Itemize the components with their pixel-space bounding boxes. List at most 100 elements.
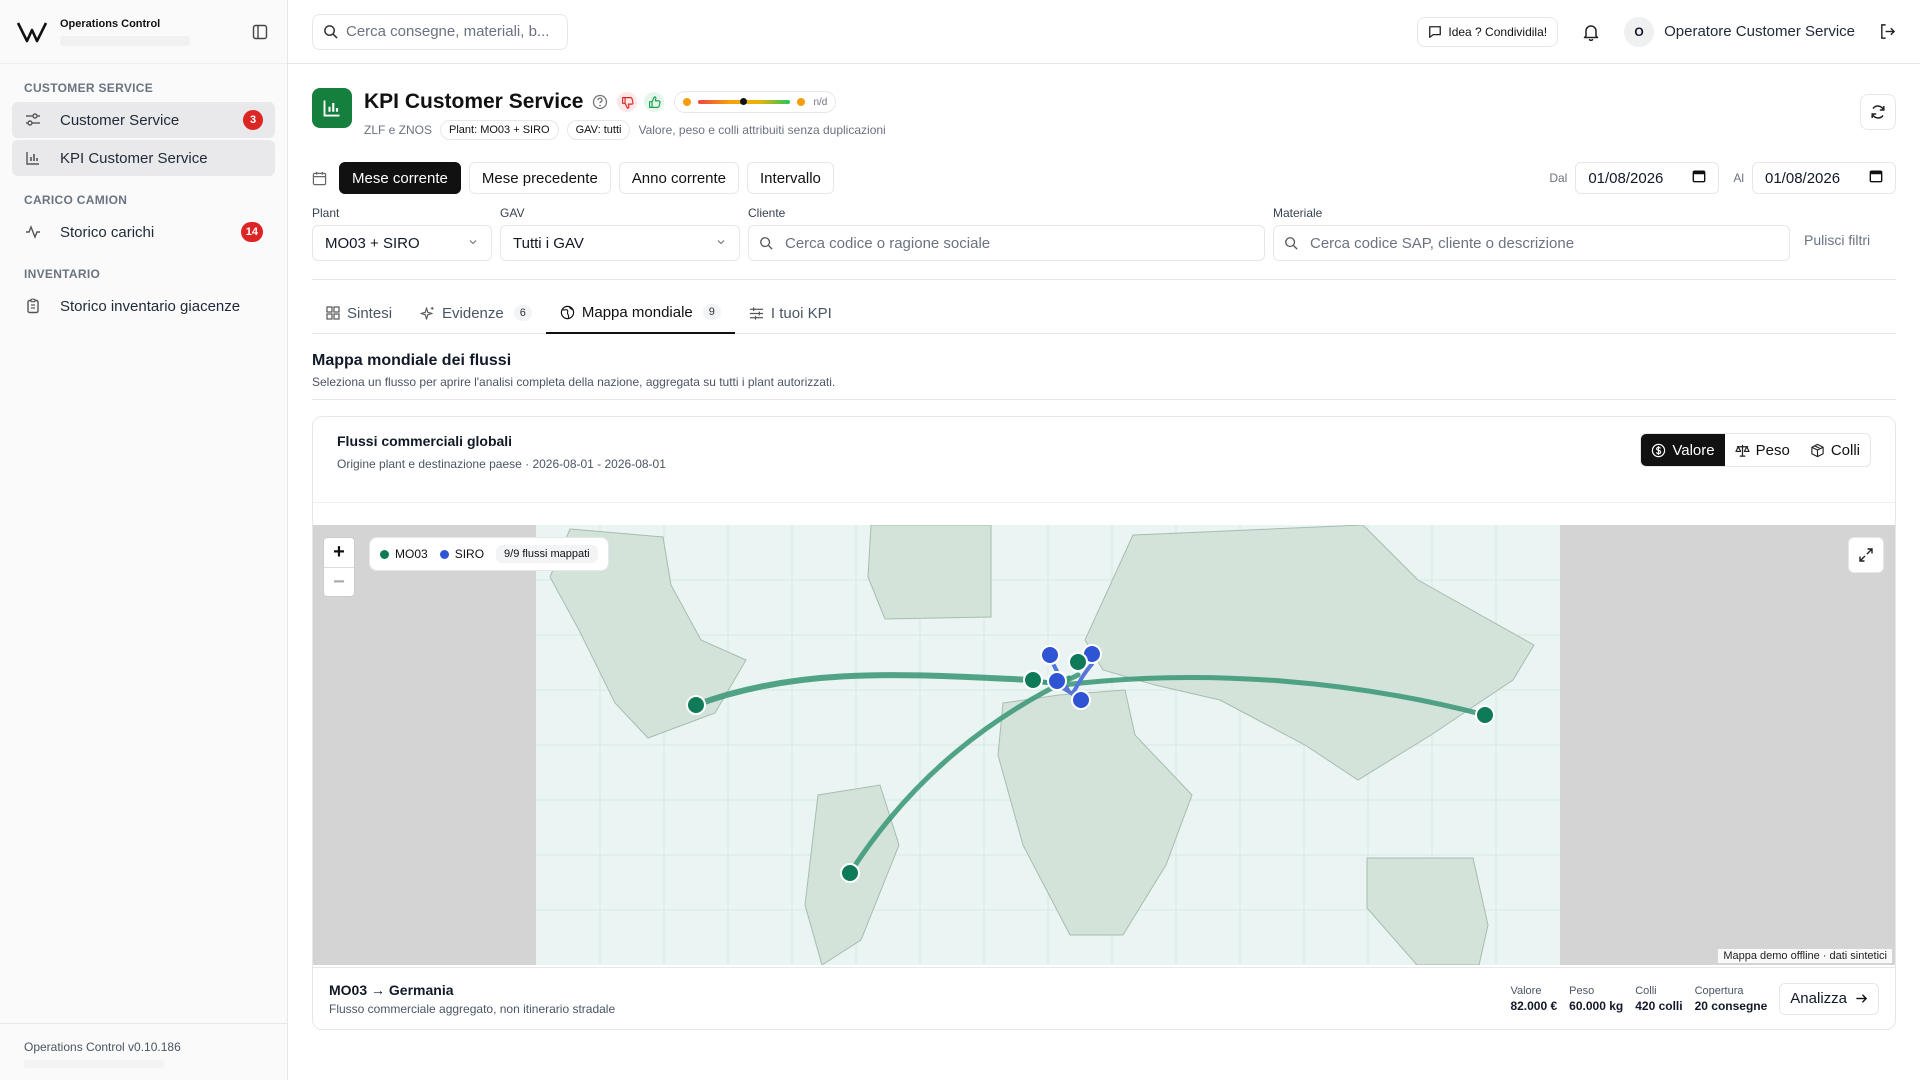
satisfaction-gauge: n/d: [674, 91, 837, 113]
header-meta: ZLF e ZNOS Plant: MO03 + SIRO GAV: tutti…: [364, 120, 886, 140]
version-subtitle-placeholder: [24, 1060, 164, 1068]
from-date-value: 01/08/2026: [1588, 169, 1664, 187]
metric-label: Valore: [1672, 441, 1715, 459]
zoom-out-button[interactable]: −: [324, 567, 354, 596]
app-version: Operations Control v0.10.186: [24, 1040, 181, 1054]
sliders-horizontal-icon: [749, 306, 764, 321]
period-mese-corrente-button[interactable]: Mese corrente: [339, 162, 461, 194]
bell-icon[interactable]: [1582, 23, 1600, 41]
plant-chip: Plant: MO03 + SIRO: [440, 120, 559, 140]
activity-icon: [24, 223, 42, 241]
materiale-filter: Materiale Cerca codice SAP, cliente o de…: [1273, 206, 1790, 261]
cliente-search-input[interactable]: Cerca codice o ragione sociale: [748, 225, 1265, 261]
user-menu[interactable]: O Operatore Customer Service: [1624, 16, 1855, 47]
legend-swatch: [439, 549, 449, 559]
sidebar-item-label: Storico inventario giacenze: [60, 297, 241, 315]
header-subtitle: ZLF e ZNOS: [364, 123, 433, 137]
clipboard-icon: [24, 297, 42, 315]
thumbs-down-icon[interactable]: [617, 92, 638, 112]
sidebar-item-storico-carichi[interactable]: Storico carichi 14: [12, 214, 275, 250]
plant-label: Plant: [312, 206, 340, 220]
logout-icon[interactable]: [1879, 23, 1896, 40]
materiale-search-input[interactable]: Cerca codice SAP, cliente o descrizione: [1273, 225, 1790, 261]
clear-filters-button[interactable]: Pulisci filtri: [1804, 232, 1870, 261]
tab-sintesi[interactable]: Sintesi: [312, 292, 406, 334]
map-marker: [1023, 670, 1043, 690]
metric-colli-button[interactable]: Colli: [1800, 434, 1870, 466]
metric-valore-button[interactable]: Valore: [1641, 434, 1725, 466]
to-date-input[interactable]: 01/08/2026: [1752, 162, 1896, 194]
gauge-value: n/d: [813, 96, 828, 108]
gav-chip: GAV: tutti: [566, 120, 631, 140]
materiale-label: Materiale: [1273, 206, 1323, 220]
date-range: Dal 01/08/2026 Al 01/08/2026: [1549, 162, 1896, 194]
from-date-input[interactable]: 01/08/2026: [1575, 162, 1720, 194]
refresh-button[interactable]: [1860, 94, 1896, 130]
period-selector: Mese corrente Mese precedente Anno corre…: [312, 162, 1896, 194]
stat-value: 82.000 €: [1510, 998, 1558, 1013]
global-search-input[interactable]: Cerca consegne, materiali, b...: [312, 13, 568, 50]
calendar-icon: [1692, 169, 1706, 187]
analizza-button[interactable]: Analizza: [1779, 982, 1879, 1015]
materiale-placeholder: Cerca codice SAP, cliente o descrizione: [1310, 234, 1575, 252]
stat-peso: Peso 60.000 kg: [1569, 985, 1623, 1013]
fullscreen-button[interactable]: [1848, 537, 1884, 573]
zoom-control: + −: [323, 537, 355, 597]
count-badge: 3: [243, 110, 263, 130]
land-greenland: [867, 525, 992, 620]
help-icon[interactable]: [590, 92, 610, 112]
happy-face-icon: [797, 98, 806, 106]
tab-label: Sintesi: [347, 304, 393, 322]
period-anno-corrente-button[interactable]: Anno corrente: [618, 162, 740, 194]
sidebar-section-inventario: INVENTARIO Storico inventario giacenze: [0, 267, 287, 324]
gav-value: Tutti i GAV: [513, 234, 584, 252]
stat-value: 20 consegne: [1694, 998, 1768, 1013]
tab-mappa-mondiale[interactable]: Mappa mondiale 9: [545, 292, 735, 334]
chevron-down-icon: [715, 235, 727, 252]
period-mese-precedente-button[interactable]: Mese precedente: [468, 162, 611, 194]
tab-evidenze[interactable]: Evidenze 6: [406, 292, 546, 334]
thumbs-up-icon[interactable]: [644, 92, 665, 112]
flow-info: MO03 → Germania Flusso commerciale aggre…: [329, 982, 615, 1016]
zoom-in-button[interactable]: +: [324, 538, 354, 567]
map-canvas: [536, 525, 1560, 965]
sidebar-item-storico-inventario[interactable]: Storico inventario giacenze: [12, 288, 275, 324]
app-root: Operations Control CUSTOMER SERVICE Cust…: [0, 0, 1920, 1080]
sidebar-toggle-icon[interactable]: [249, 21, 271, 43]
tab-i-tuoi-kpi[interactable]: I tuoi KPI: [735, 292, 846, 334]
sidebar-item-label: KPI Customer Service: [60, 149, 208, 167]
refresh-icon: [1871, 105, 1885, 119]
sidebar-item-kpi-customer-service[interactable]: KPI Customer Service: [12, 140, 275, 176]
stat-valore: Valore 82.000 €: [1510, 985, 1557, 1013]
page-header: KPI Customer Service n/d ZLF e ZNOS Plan…: [312, 88, 1896, 142]
brand-subtitle-placeholder: [60, 35, 190, 46]
world-map[interactable]: + − MO03 SIRO 9/9 flussi mappati Mappa d…: [313, 525, 1895, 965]
avatar: O: [1624, 16, 1655, 47]
period-intervallo-button[interactable]: Intervallo: [747, 162, 834, 194]
sidebar-section-customer-service: CUSTOMER SERVICE Customer Service 3 KPI …: [0, 81, 287, 176]
gav-select[interactable]: Tutti i GAV: [500, 225, 740, 261]
brand-name: Operations Control: [60, 17, 161, 30]
plant-select[interactable]: MO03 + SIRO: [312, 225, 492, 261]
metric-peso-button[interactable]: Peso: [1725, 434, 1800, 466]
sidebar-item-customer-service[interactable]: Customer Service 3: [12, 102, 275, 138]
flow-title: MO03 → Germania: [329, 981, 454, 998]
legend-swatch: [380, 549, 389, 559]
sidebar: Operations Control CUSTOMER SERVICE Cust…: [0, 0, 288, 1080]
page-title: KPI Customer Service: [364, 90, 584, 113]
calendar-icon: [312, 171, 327, 186]
section-subtitle: Seleziona un flusso per aprire l'analisi…: [312, 375, 836, 389]
app-logo-icon: [16, 18, 48, 46]
top-bar: Cerca consegne, materiali, b... Idea ? C…: [288, 0, 1920, 64]
expand-icon: [1859, 548, 1873, 562]
map-legend: MO03 SIRO 9/9 flussi mappati: [369, 537, 609, 571]
idea-button[interactable]: Idea ? Condividila!: [1417, 16, 1559, 47]
sidebar-header: Operations Control: [0, 0, 287, 64]
header-text: KPI Customer Service n/d ZLF e ZNOS Plan…: [364, 88, 886, 140]
calendar-icon: [1869, 169, 1883, 187]
gav-filter: GAV Tutti i GAV: [500, 206, 740, 261]
header-note: Valore, peso e colli attribuiti senza du…: [638, 123, 886, 137]
stat-value: 60.000 kg: [1569, 998, 1624, 1013]
brand: Operations Control: [60, 18, 249, 46]
legend-item-mo03: MO03: [380, 547, 428, 561]
